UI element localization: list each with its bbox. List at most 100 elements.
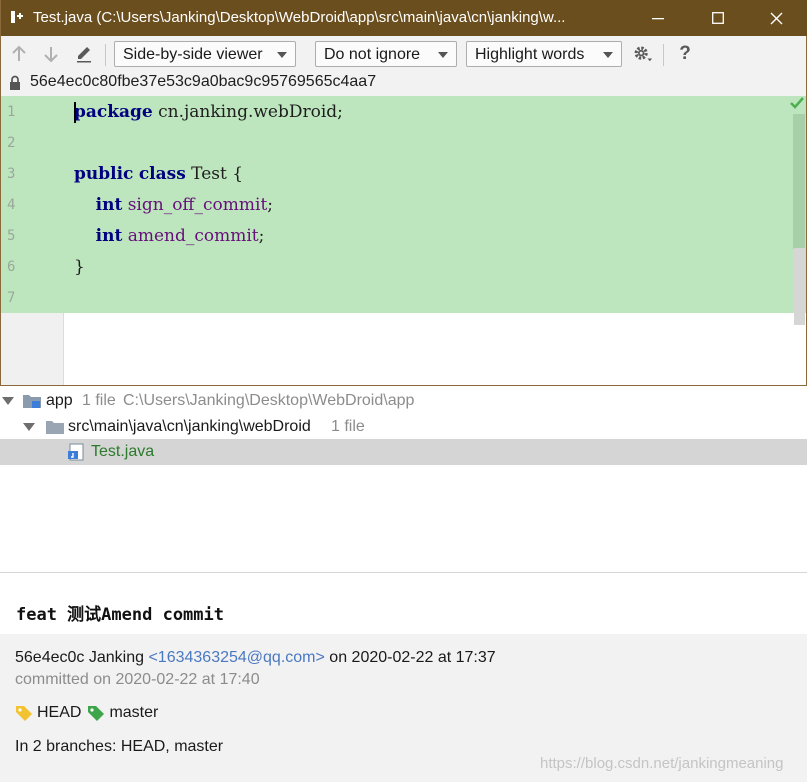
code-token: ;	[258, 226, 265, 246]
code-line[interactable]: 4 int sign_off_commit;	[1, 189, 791, 220]
field-token: amend_commit	[127, 226, 259, 246]
chevron-down-icon	[23, 423, 35, 431]
code-text: package cn.janking.webDroid;	[74, 102, 343, 122]
tree-row-folder[interactable]: src\main\java\cn\janking\webDroid 1 file	[0, 414, 807, 440]
line-number: 1	[7, 104, 16, 120]
folder-name: src\main\java\cn\janking\webDroid	[68, 418, 311, 435]
field-token: sign_off_commit	[127, 195, 268, 215]
commit-author: Janking	[88, 649, 144, 666]
close-icon	[770, 12, 782, 24]
code-line[interactable]: 3 public class Test {	[1, 158, 791, 189]
maximize-button[interactable]	[695, 0, 741, 36]
keyword-token: int	[95, 226, 123, 246]
file-name: Test.java	[91, 443, 155, 460]
code-editor[interactable]: 1 package cn.janking.webDroid; 2 3 public cl…	[1, 96, 806, 385]
module-path: C:\Users\Janking\Desktop\WebDroid\app	[123, 392, 415, 409]
lock-icon	[10, 75, 20, 90]
line-number: 6	[7, 259, 16, 275]
settings-button[interactable]	[633, 44, 653, 64]
edit-icon	[77, 47, 91, 63]
highlight-mode-dropdown[interactable]: Highlight words	[466, 41, 622, 67]
previous-difference-button[interactable]	[9, 44, 29, 64]
window-title: Test.java (C:\Users\Janking\Desktop\WebD…	[33, 9, 566, 26]
code-text: public class Test {	[74, 164, 243, 184]
revision-bar: 56e4ec0c80fbe37e53c9a0bac9c95769565c4aa7	[1, 72, 806, 96]
revision-hash: 56e4ec0c80fbe37e53c9a0bac9c95769565c4aa7	[30, 73, 377, 90]
java-file-icon	[68, 443, 84, 461]
chevron-down-icon	[603, 52, 613, 58]
checkmark-icon	[790, 97, 804, 109]
diff-window: Test.java (C:\Users\Janking\Desktop\WebD…	[0, 0, 807, 386]
whitespace-mode-dropdown[interactable]: Do not ignore	[315, 41, 457, 67]
ref-head: HEAD	[37, 704, 82, 721]
diff-toolbar: Side-by-side viewer Do not ignore Highli…	[1, 36, 806, 72]
commit-subject: feat 测试Amend commit	[16, 605, 224, 625]
text-cursor	[74, 102, 76, 123]
chevron-down-icon	[2, 397, 14, 405]
keyword-token: public	[74, 164, 134, 184]
edit-source-button[interactable]	[74, 44, 94, 64]
line-number: 5	[7, 228, 16, 244]
title-bar[interactable]: Test.java (C:\Users\Janking\Desktop\WebD…	[1, 0, 807, 36]
keyword-token: package	[74, 102, 153, 122]
commit-refs: HEAD master	[15, 704, 158, 722]
chevron-down-icon	[277, 52, 287, 58]
viewer-mode-label: Side-by-side viewer	[123, 46, 263, 63]
close-button[interactable]	[753, 0, 799, 36]
committed-date: committed on 2020-02-22 at 17:40	[15, 671, 260, 688]
commit-short-hash: 56e4ec0c	[15, 649, 85, 666]
code-line[interactable]: 7	[1, 282, 791, 313]
tree-row-module[interactable]: app 1 file C:\Users\Janking\Desktop\WebD…	[0, 388, 807, 414]
folder-icon	[46, 421, 64, 434]
vertical-scrollbar-track[interactable]	[794, 248, 805, 325]
keyword-token: class	[138, 164, 186, 184]
chevron-down-icon	[438, 52, 448, 58]
commit-message-panel: feat 测试Amend commit	[0, 573, 807, 634]
next-difference-button[interactable]	[41, 44, 61, 64]
keyword-token: int	[95, 195, 123, 215]
head-tag-icon	[16, 706, 32, 721]
help-button[interactable]: ?	[675, 43, 695, 64]
vertical-scrollbar-thumb[interactable]	[793, 114, 805, 249]
diff-app-icon	[11, 11, 23, 23]
arrow-up-icon	[12, 45, 26, 61]
code-line[interactable]: 5 int amend_commit;	[1, 220, 791, 251]
toolbar-separator	[663, 44, 664, 66]
folder-file-count: 1 file	[331, 418, 365, 435]
arrow-down-icon	[44, 47, 58, 63]
line-number: 3	[7, 166, 16, 182]
viewer-mode-dropdown[interactable]: Side-by-side viewer	[114, 41, 296, 67]
code-token: ;	[267, 195, 274, 215]
toolbar-separator	[105, 44, 106, 66]
code-line[interactable]: 2	[1, 127, 791, 158]
highlight-mode-label: Highlight words	[475, 46, 585, 63]
code-text: }	[74, 257, 85, 277]
gear-icon	[634, 46, 653, 62]
line-number: 7	[7, 290, 16, 306]
authored-date: on 2020-02-22 at 17:37	[329, 649, 496, 666]
module-folder-icon	[23, 395, 41, 408]
author-email-link[interactable]: <1634363254@qq.com>	[148, 649, 324, 666]
commit-author-line: 56e4ec0c Janking <1634363254@qq.com> on …	[15, 649, 496, 667]
module-file-count: 1 file	[82, 392, 116, 409]
branch-tag-icon	[88, 706, 105, 721]
commit-details-panel: 56e4ec0c Janking <1634363254@qq.com> on …	[0, 634, 807, 782]
code-line[interactable]: 6}	[1, 251, 791, 282]
module-name: app	[46, 392, 73, 409]
code-text: int amend_commit;	[74, 226, 265, 246]
ref-master: master	[109, 704, 159, 721]
whitespace-mode-label: Do not ignore	[324, 46, 421, 63]
changed-files-tree: app 1 file C:\Users\Janking\Desktop\WebD…	[0, 387, 807, 572]
tree-row-file[interactable]: Test.java	[0, 439, 807, 465]
git-diff-screen: Test.java (C:\Users\Janking\Desktop\WebD…	[0, 0, 807, 782]
line-number: 4	[7, 197, 16, 213]
code-token: }	[74, 257, 85, 277]
code-token: Test {	[185, 164, 244, 184]
watermark-text: https://blog.csdn.net/jankingmeaning	[540, 755, 784, 772]
maximize-icon	[712, 12, 724, 24]
code-line[interactable]: 1 package cn.janking.webDroid;	[1, 96, 791, 127]
code-text: int sign_off_commit;	[74, 195, 273, 215]
minimize-button[interactable]	[635, 0, 681, 36]
